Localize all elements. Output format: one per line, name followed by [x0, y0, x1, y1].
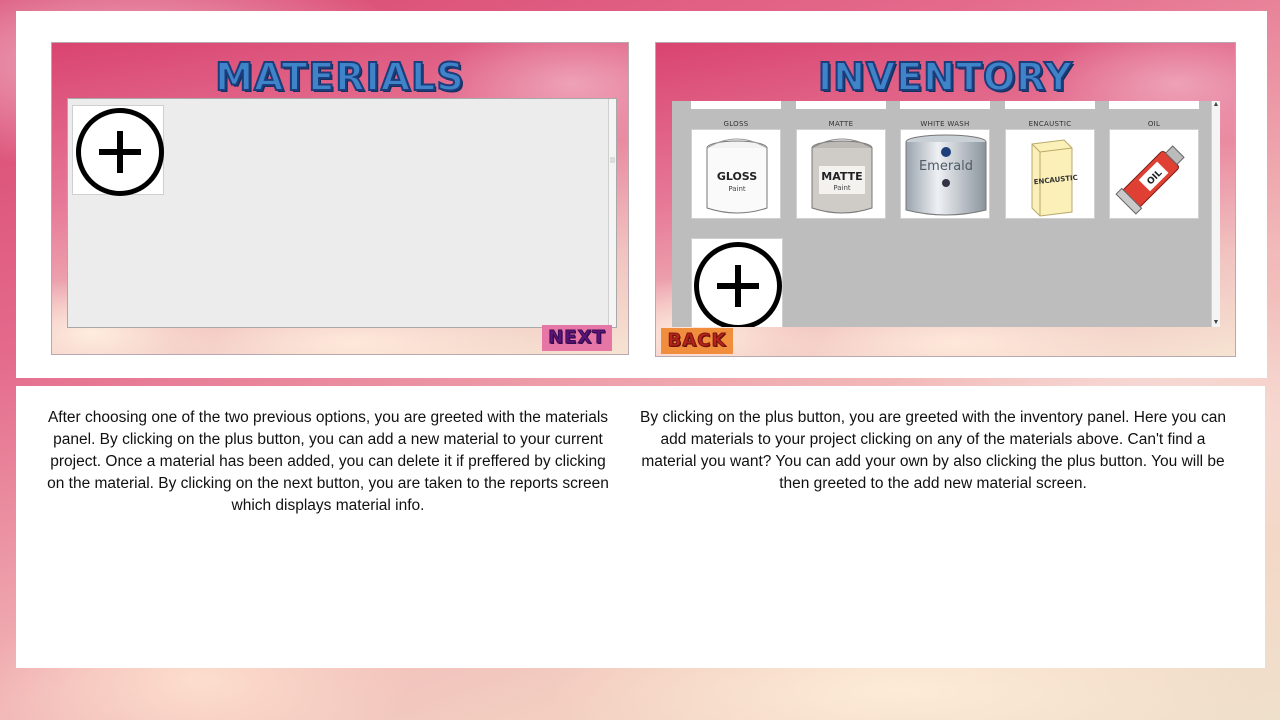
item-caption-encaustic: ENCAUSTIC	[1028, 120, 1072, 128]
descriptions-card: After choosing one of the two previous o…	[16, 386, 1265, 668]
svg-text:Emerald: Emerald	[919, 159, 973, 174]
next-button[interactable]: NEXT	[542, 325, 612, 351]
plus-icon	[76, 108, 164, 196]
inventory-title: INVENTORY	[817, 54, 1074, 100]
partial-item-tile[interactable]	[900, 101, 990, 109]
materials-description: After choosing one of the two previous o…	[47, 409, 609, 514]
materials-screen: MATERIALS NEXT	[51, 42, 629, 355]
oil-paint-tube-icon: OIL	[1115, 145, 1185, 215]
item-gloss[interactable]: GLOSS Paint	[691, 129, 781, 219]
item-caption-gloss: GLOSS	[723, 120, 749, 128]
add-material-button[interactable]	[72, 105, 164, 196]
item-encaustic[interactable]: ENCAUSTIC	[1005, 129, 1095, 219]
inventory-description: By clicking on the plus button, you are …	[640, 409, 1226, 492]
materials-title: MATERIALS	[214, 54, 465, 100]
partial-item-tile[interactable]	[1005, 101, 1095, 109]
inventory-scrollbar[interactable]: ▲ ▼	[1211, 101, 1220, 327]
partial-item-tile[interactable]	[796, 101, 886, 109]
plus-icon	[694, 242, 782, 327]
item-caption-oil: OIL	[1147, 120, 1161, 128]
emerald-paint-can-icon: Emerald	[905, 134, 987, 216]
add-inventory-material-button[interactable]	[691, 238, 783, 327]
svg-text:MATTE: MATTE	[821, 170, 862, 183]
partial-item-tile[interactable]	[1109, 101, 1199, 109]
item-oil[interactable]: OIL	[1109, 129, 1199, 219]
back-button[interactable]: BACK	[661, 328, 733, 354]
item-caption-white-wash: WHITE WASH	[920, 120, 970, 128]
encaustic-wax-block-icon: ENCAUSTIC	[1031, 139, 1078, 217]
gloss-paint-can-icon: GLOSS Paint	[706, 138, 768, 214]
svg-text:Paint: Paint	[728, 185, 746, 193]
materials-scrollbar[interactable]	[608, 99, 616, 327]
partial-item-tile[interactable]	[691, 101, 781, 109]
materials-panel	[67, 98, 617, 328]
inventory-screen: INVENTORY GLOSS MATTE WHITE WASH ENCAUST…	[655, 42, 1236, 357]
item-caption-matte: MATTE	[828, 120, 854, 128]
svg-text:Paint: Paint	[833, 184, 851, 192]
item-matte[interactable]: MATTE Paint	[796, 129, 886, 219]
svg-text:GLOSS: GLOSS	[717, 170, 757, 183]
inventory-panel: GLOSS MATTE WHITE WASH ENCAUSTIC OIL GLO…	[672, 101, 1220, 327]
matte-paint-can-icon: MATTE Paint	[811, 138, 873, 214]
item-white-wash[interactable]: Emerald	[900, 129, 990, 219]
